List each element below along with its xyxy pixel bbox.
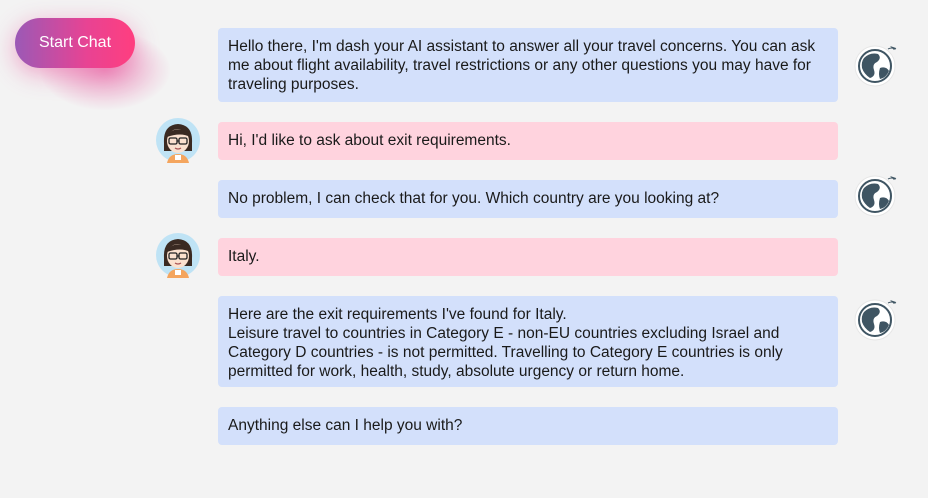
start-chat-button[interactable]: Start Chat (15, 18, 135, 68)
user-message: Hi, I'd like to ask about exit requireme… (218, 122, 838, 160)
user-avatar (155, 232, 201, 278)
globe-plane-icon (854, 299, 897, 341)
girl-with-glasses-icon (156, 118, 200, 163)
bot-avatar (850, 294, 897, 341)
globe-plane-icon (854, 45, 897, 87)
bot-avatar (850, 170, 897, 217)
bot-message: Here are the exit requirements I've foun… (218, 296, 838, 387)
bot-avatar (850, 40, 897, 87)
girl-with-glasses-icon (156, 233, 200, 278)
bot-message: Anything else can I help you with? (218, 407, 838, 445)
user-message: Italy. (218, 238, 838, 276)
bot-message: Hello there, I'm dash your AI assistant … (218, 28, 838, 102)
user-avatar (155, 117, 201, 163)
globe-plane-icon (854, 175, 897, 217)
bot-message: No problem, I can check that for you. Wh… (218, 180, 838, 218)
chat-page: Start Chat Hello there, I'm dash your AI… (0, 0, 928, 498)
